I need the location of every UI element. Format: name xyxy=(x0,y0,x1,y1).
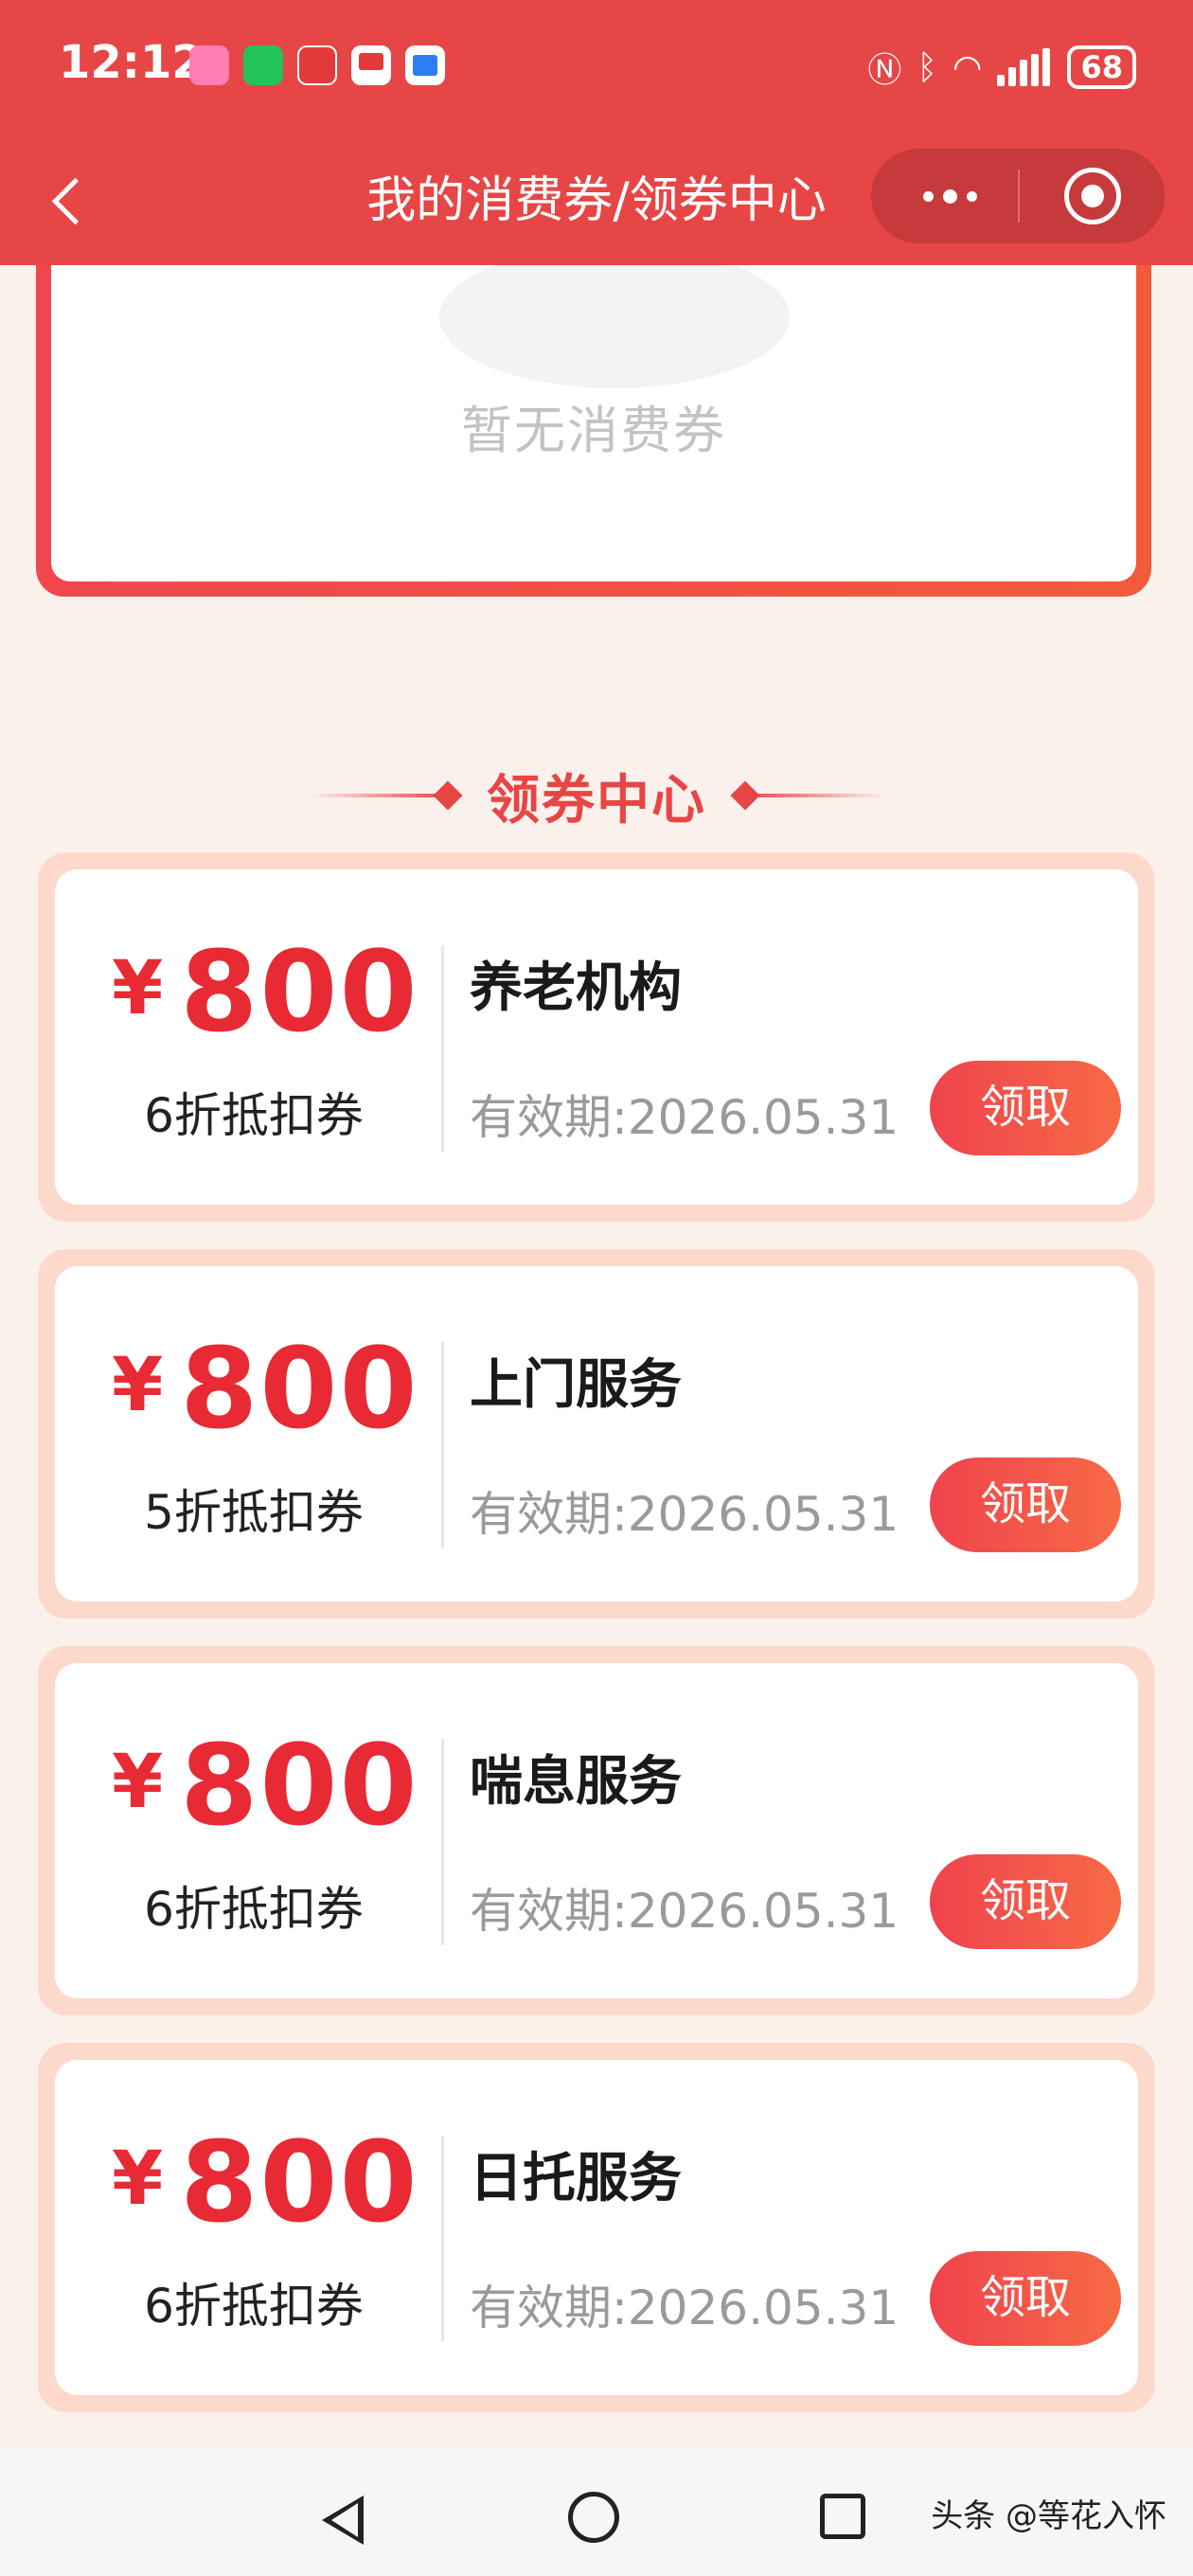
coupon-discount: 6折抵扣券 xyxy=(144,1882,364,1937)
coupon-divider xyxy=(441,945,444,1152)
system-nav-bar: 头条 @等花入怀 xyxy=(0,2448,1193,2576)
coupon-card: ¥800 6折抵扣券 日托服务 有效期:2026.05.31 领取 xyxy=(38,2043,1155,2412)
coupon-validity: 有效期:2026.05.31 xyxy=(470,1884,899,1939)
coupon-card: ¥800 6折抵扣券 养老机构 有效期:2026.05.31 领取 xyxy=(38,852,1155,1222)
coupon-validity: 有效期:2026.05.31 xyxy=(470,2281,899,2335)
coupon-discount: 6折抵扣券 xyxy=(144,2279,364,2334)
coupon-body: ¥800 5折抵扣券 上门服务 有效期:2026.05.31 领取 xyxy=(55,1266,1138,1601)
diamond-icon xyxy=(433,780,463,811)
app-notification-icon xyxy=(351,45,391,85)
nav-bar: 我的消费券/领券中心 xyxy=(0,137,1193,265)
coupon-amount: ¥800 xyxy=(112,926,419,1057)
empty-state-text: 暂无消费券 xyxy=(461,401,726,460)
coupon-service: 养老机构 xyxy=(470,957,682,1019)
section-title: 领券中心 xyxy=(487,770,706,832)
page-title: 我的消费券/领券中心 xyxy=(366,172,827,229)
wechat-notification-icon xyxy=(243,45,283,85)
coupon-body: ¥800 6折抵扣券 日托服务 有效期:2026.05.31 领取 xyxy=(55,2060,1138,2395)
coupon-service: 上门服务 xyxy=(470,1354,682,1416)
bluetooth-icon: ᛒ xyxy=(917,47,938,87)
claim-button[interactable]: 领取 xyxy=(930,1061,1121,1155)
battery-indicator: 68 xyxy=(1067,45,1136,89)
signal-icon xyxy=(997,48,1052,86)
nav-back-icon[interactable] xyxy=(322,2496,364,2545)
coupon-discount: 6折抵扣券 xyxy=(144,1088,364,1143)
decor-line xyxy=(308,794,450,797)
nfc-icon: Ⓝ xyxy=(867,51,902,90)
coupon-validity: 有效期:2026.05.31 xyxy=(470,1090,899,1145)
app-notification-icon xyxy=(189,45,229,85)
close-miniapp-icon[interactable] xyxy=(1064,168,1121,224)
top-bar: 12:12 Ⓝ ᛒ ◠ 68 我的消费券/领券中心 xyxy=(0,0,1193,265)
miniapp-capsule xyxy=(871,149,1165,243)
back-arrow-icon[interactable] xyxy=(45,170,102,236)
coupon-divider xyxy=(441,1739,444,1945)
coupon-validity: 有效期:2026.05.31 xyxy=(470,1487,899,1542)
more-options-icon[interactable] xyxy=(909,170,990,223)
coupon-amount: ¥800 xyxy=(112,2117,419,2247)
coupon-divider xyxy=(441,1342,444,1548)
claim-button[interactable]: 领取 xyxy=(930,1854,1121,1949)
coupon-center-heading: 领券中心 xyxy=(0,758,1193,834)
calendar-notification-icon xyxy=(405,45,445,85)
coupon-amount: ¥800 xyxy=(112,1323,419,1454)
coupon-card: ¥800 6折抵扣券 喘息服务 有效期:2026.05.31 领取 xyxy=(38,1646,1155,2015)
status-time: 12:12 xyxy=(59,36,204,89)
coupon-service: 喘息服务 xyxy=(470,1751,682,1813)
coupon-body: ¥800 6折抵扣券 喘息服务 有效期:2026.05.31 领取 xyxy=(55,1663,1138,1998)
decor-line xyxy=(743,794,885,797)
capsule-divider xyxy=(1018,170,1020,223)
status-bar: 12:12 Ⓝ ᛒ ◠ 68 xyxy=(0,0,1193,137)
coupon-card: ¥800 5折抵扣券 上门服务 有效期:2026.05.31 领取 xyxy=(38,1249,1155,1619)
nav-home-icon[interactable] xyxy=(568,2492,619,2543)
system-indicators: Ⓝ ᛒ ◠ 68 xyxy=(867,44,1136,91)
coupon-discount: 5折抵扣券 xyxy=(144,1485,364,1540)
claim-button[interactable]: 领取 xyxy=(930,1458,1121,1552)
wifi-icon: ◠ xyxy=(953,47,983,87)
huawei-notification-icon xyxy=(297,45,337,85)
coupon-divider xyxy=(441,2136,444,2342)
empty-illustration-icon xyxy=(439,246,790,388)
coupon-body: ¥800 6折抵扣券 养老机构 有效期:2026.05.31 领取 xyxy=(55,869,1138,1205)
coupon-service: 日托服务 xyxy=(470,2148,682,2209)
claim-button[interactable]: 领取 xyxy=(930,2251,1121,2346)
watermark-text: 头条 @等花入怀 xyxy=(931,2497,1166,2535)
coupon-amount: ¥800 xyxy=(112,1720,419,1851)
nav-recents-icon[interactable] xyxy=(820,2494,865,2539)
